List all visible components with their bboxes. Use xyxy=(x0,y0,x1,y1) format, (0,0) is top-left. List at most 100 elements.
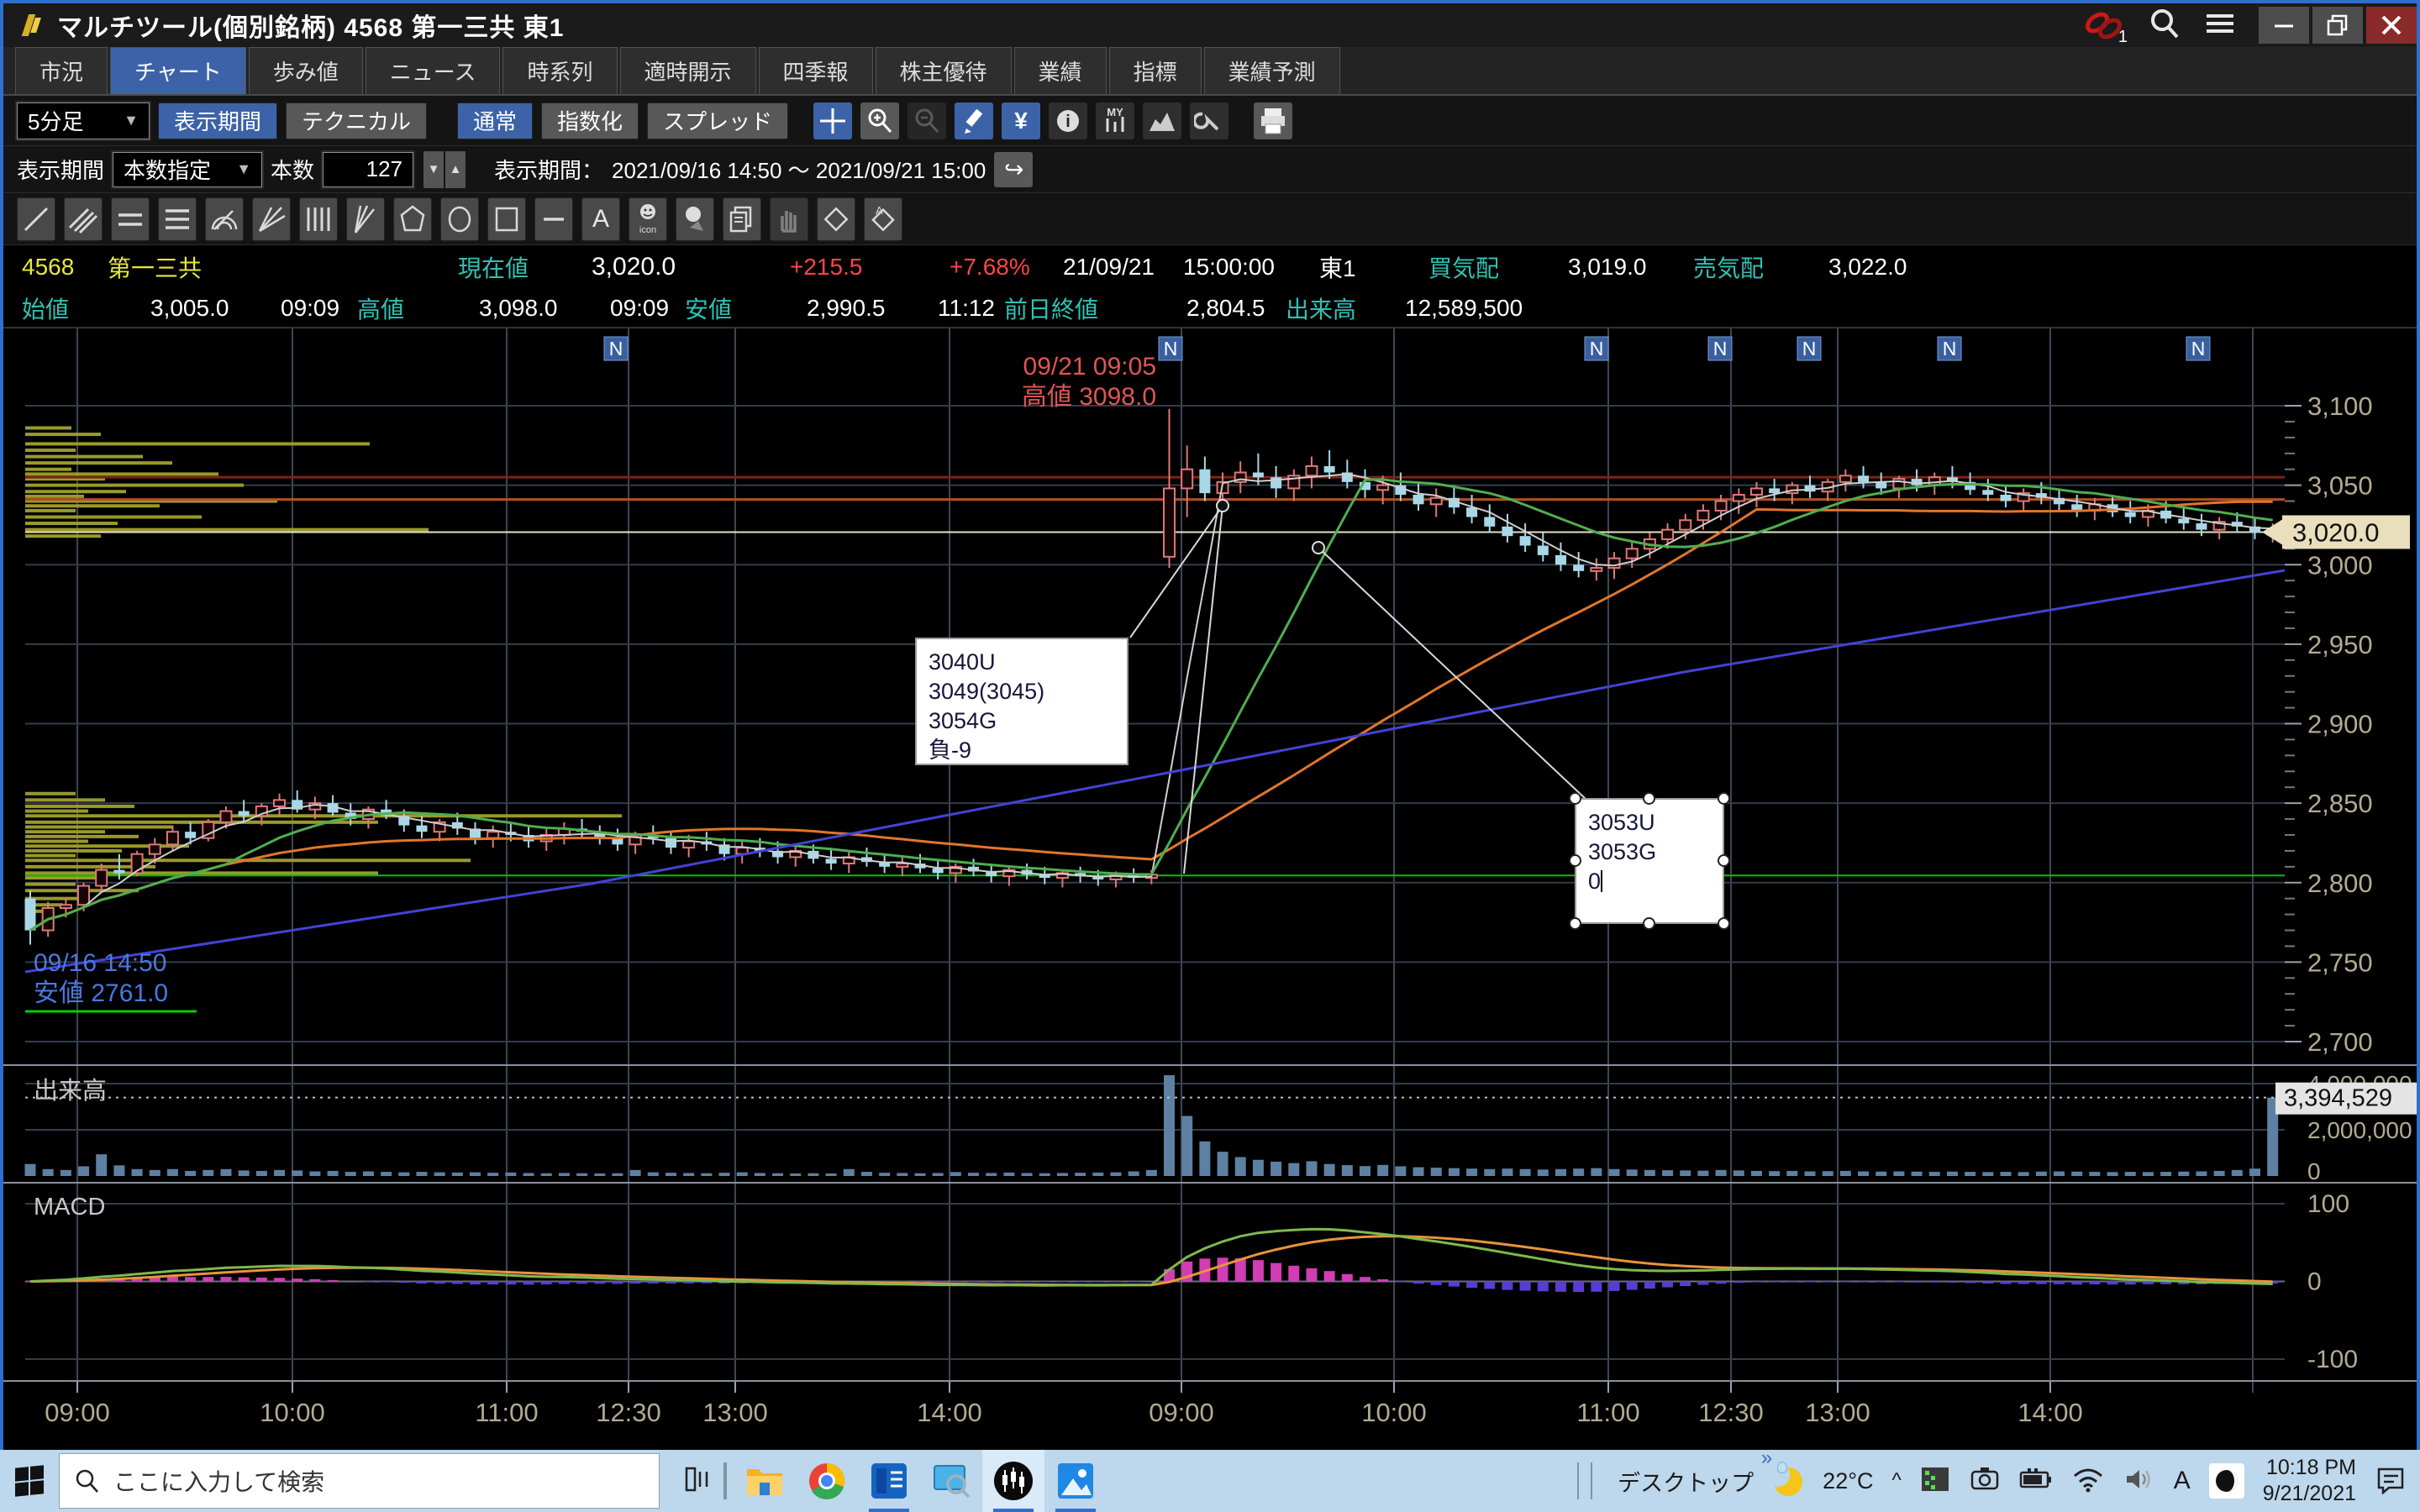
selection-handle[interactable] xyxy=(1569,917,1581,930)
display-period-button[interactable]: 表示期間 xyxy=(158,102,277,139)
trendline-tool-icon[interactable] xyxy=(17,197,55,241)
reload-icon[interactable]: ↩ xyxy=(994,152,1033,187)
pointer-return-tool-icon[interactable] xyxy=(676,197,714,241)
selection-handle[interactable] xyxy=(1569,854,1581,867)
wrench-icon[interactable] xyxy=(1190,102,1228,139)
title-bar[interactable]: マルチツール(個別銘柄) 4568 第一三共 東1 1 xyxy=(3,3,2417,47)
taskbar-app-explorer[interactable] xyxy=(734,1450,796,1512)
tab-news[interactable]: ニュース xyxy=(366,47,501,94)
pencil-icon[interactable] xyxy=(955,102,993,139)
camera-icon[interactable] xyxy=(1969,1465,2001,1498)
indexed-button[interactable]: 指数化 xyxy=(541,102,639,139)
chart-annotation-2-selected[interactable]: 3053U 3053G 0 xyxy=(1575,798,1724,924)
zoom-in-icon[interactable] xyxy=(860,102,899,139)
print-icon[interactable] xyxy=(1254,102,1292,139)
eraser-tool-icon[interactable] xyxy=(817,197,855,241)
spinner-down-icon: ▼ xyxy=(424,151,444,188)
svg-text:09:00: 09:00 xyxy=(45,1398,110,1427)
period-mode-select[interactable]: 本数指定▼ xyxy=(113,152,262,187)
svg-text:11:00: 11:00 xyxy=(475,1398,538,1427)
selection-handle[interactable] xyxy=(1643,792,1655,805)
tab-chart[interactable]: チャート xyxy=(110,47,246,94)
search-icon[interactable] xyxy=(2148,7,2181,45)
area-chart-icon[interactable] xyxy=(1143,102,1181,139)
chart-annotation-1[interactable]: 3040U 3049(3045) 3054G 負-9 xyxy=(915,638,1128,765)
selection-handle[interactable] xyxy=(1569,792,1581,805)
tab-shihyo[interactable]: 指標 xyxy=(1109,47,1202,94)
market-name: 東1 xyxy=(1319,250,1356,284)
normal-button[interactable]: 通常 xyxy=(457,102,533,139)
restore-button[interactable] xyxy=(2312,7,2363,44)
tab-ayumine[interactable]: 歩み値 xyxy=(249,47,363,94)
hline-3-tool-icon[interactable] xyxy=(158,197,197,241)
ime-mode-a[interactable]: A xyxy=(2174,1467,2191,1495)
tab-forecast[interactable]: 業績予測 xyxy=(1204,47,1340,94)
rectangle-tool-icon[interactable] xyxy=(487,197,526,241)
count-spinner[interactable]: ▼▲ xyxy=(422,151,466,188)
svg-text:N: N xyxy=(1802,338,1817,360)
ime-icon[interactable] xyxy=(2209,1463,2244,1499)
selection-handle[interactable] xyxy=(1643,917,1655,930)
tab-timeseries[interactable]: 時系列 xyxy=(502,47,617,94)
hline-2-tool-icon[interactable] xyxy=(111,197,150,241)
yen-icon[interactable]: ¥ xyxy=(1002,102,1040,139)
count-input[interactable]: 127 xyxy=(323,152,413,187)
chart-panes[interactable]: 09:0010:0011:0012:3013:0014:0009:0010:00… xyxy=(3,328,2417,1450)
tab-shikiho[interactable]: 四季報 xyxy=(759,47,873,94)
menu-icon[interactable] xyxy=(2203,7,2237,45)
eraser-all-tool-icon[interactable]: A xyxy=(864,197,902,241)
wifi-icon[interactable] xyxy=(2071,1466,2105,1497)
duplicate-tool-icon[interactable] xyxy=(723,197,761,241)
taskbar-clock[interactable]: 10:18 PM 9/21/2021 xyxy=(2263,1455,2356,1507)
interval-select[interactable]: 5分足▼ xyxy=(17,102,150,139)
vlines-tool-icon[interactable] xyxy=(299,197,338,241)
task-view-icon[interactable] xyxy=(681,1462,717,1501)
taskbar-search[interactable]: ここに入力して検索 xyxy=(59,1453,660,1509)
tab-gyoseki[interactable]: 業績 xyxy=(1014,47,1107,94)
fan-lines-tool-icon[interactable] xyxy=(252,197,291,241)
taskbar-app-doc[interactable] xyxy=(858,1450,920,1512)
hsegment-tool-icon[interactable] xyxy=(534,197,573,241)
bid-price: 3,019.0 xyxy=(1568,254,1646,281)
annotation-line: 3049(3045) xyxy=(929,677,1115,706)
selection-handle[interactable] xyxy=(1718,917,1730,930)
speaker-icon[interactable] xyxy=(2123,1466,2155,1497)
text-tool-icon[interactable]: A xyxy=(581,197,620,241)
start-button[interactable] xyxy=(0,1450,59,1512)
tab-yutai[interactable]: 株主優待 xyxy=(876,47,1012,94)
notification-icon[interactable] xyxy=(2375,1464,2407,1499)
icon-stamp-tool-icon[interactable]: icon xyxy=(629,197,667,241)
parallel-channel-tool-icon[interactable] xyxy=(64,197,103,241)
technical-button[interactable]: テクニカル xyxy=(286,102,427,139)
indicator-icon[interactable] xyxy=(1920,1464,1950,1499)
selection-handle[interactable] xyxy=(1718,854,1730,867)
desktop-toolbar[interactable]: » デスクトップ xyxy=(1618,1465,1754,1498)
chart-canvas[interactable]: 09:0010:0011:0012:3013:0014:0009:0010:00… xyxy=(3,328,2417,1450)
minimize-button[interactable] xyxy=(2259,7,2309,44)
crosshair-plus-icon[interactable] xyxy=(813,102,852,139)
weather-icon[interactable] xyxy=(1772,1465,1804,1497)
fibonacci-arc-tool-icon[interactable] xyxy=(205,197,244,241)
spread-button[interactable]: スプレッド xyxy=(647,102,788,139)
chevron-down-icon: ▼ xyxy=(236,160,251,178)
taskbar-app-photos[interactable] xyxy=(1044,1450,1107,1512)
weather-temp[interactable]: 22°C xyxy=(1823,1468,1873,1494)
pitchfork-tool-icon[interactable] xyxy=(346,197,385,241)
ellipse-tool-icon[interactable] xyxy=(440,197,479,241)
selection-handle[interactable] xyxy=(1718,792,1730,805)
tray-expand-icon[interactable]: ^ xyxy=(1892,1469,1902,1493)
link-icon[interactable]: 1 xyxy=(2082,8,2126,42)
news-badges[interactable]: NNNNNNN xyxy=(604,337,2210,360)
info-icon[interactable]: i xyxy=(1049,102,1087,139)
tab-disclosure[interactable]: 適時開示 xyxy=(620,47,756,94)
battery-icon[interactable] xyxy=(2019,1467,2053,1496)
my-chart-icon[interactable]: MY xyxy=(1096,102,1134,139)
range-value: 2021/09/16 14:50 ～ 2021/09/21 15:00 xyxy=(612,154,986,185)
taskbar-app-snip[interactable] xyxy=(920,1450,982,1512)
taskbar-app-chrome[interactable] xyxy=(796,1450,858,1512)
search-placeholder: ここに入力して検索 xyxy=(113,1464,324,1498)
tab-shikyo[interactable]: 市況 xyxy=(15,47,108,94)
close-button[interactable] xyxy=(2366,7,2417,44)
taskbar-app-trading-active[interactable] xyxy=(982,1450,1044,1512)
pentagon-tool-icon[interactable] xyxy=(393,197,432,241)
